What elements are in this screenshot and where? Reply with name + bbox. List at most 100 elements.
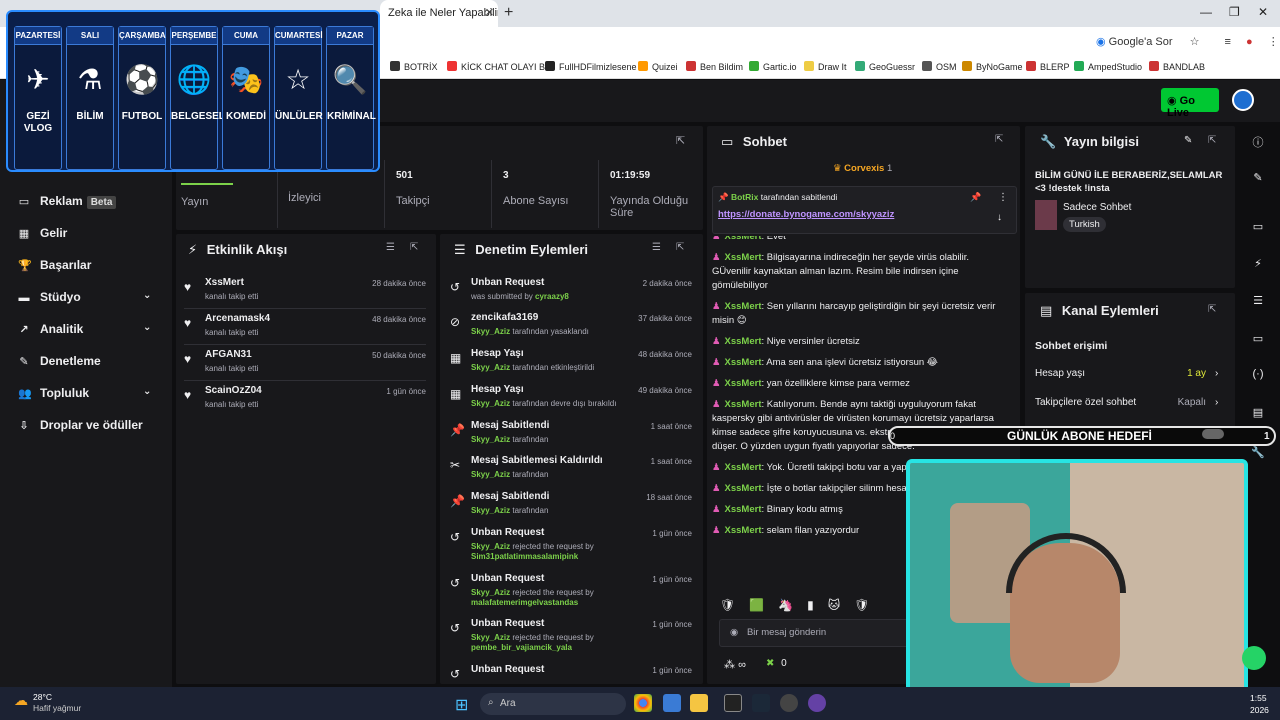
channel-row-value[interactable]: 1 ay	[1170, 368, 1206, 379]
sidebar-item[interactable]: ▬ Stüdyo ⌄	[18, 290, 152, 304]
channel-points[interactable]: ⁂ ∞	[724, 658, 746, 671]
viewer-count[interactable]: ✖ 0	[766, 658, 787, 669]
go-live-button[interactable]: ◉ Go Live	[1161, 88, 1219, 119]
chat-username[interactable]: XssMert	[725, 399, 762, 410]
bookmark-item[interactable]: BLERP	[1026, 61, 1070, 72]
chat-message[interactable]: ♟ XssMert: Ama sen ana işlevi ücretsiz is…	[712, 356, 1012, 370]
bookmark-item[interactable]: FullHDFilmizlesene	[545, 61, 637, 72]
bookmark-item[interactable]: ByNoGame	[962, 61, 1023, 72]
tab-close-icon[interactable]: ✕	[485, 6, 494, 19]
chat-message[interactable]: ♟ XssMert: Niye versinler ücretsiz	[712, 335, 1012, 349]
arrow-down-icon[interactable]: ↓	[997, 212, 1002, 223]
weather-desc[interactable]: Hafif yağmur	[33, 703, 81, 713]
mod-user[interactable]: pembe_bir_vajiamcik_yala	[471, 643, 572, 652]
chat-username[interactable]: XssMert	[725, 236, 762, 242]
chevron-down-icon[interactable]: ⌄	[143, 290, 151, 301]
mod-user[interactable]: Skyy_Aziz	[471, 435, 510, 444]
printer-icon[interactable]: ▤	[1248, 406, 1268, 426]
close-window-icon[interactable]: ✕	[1258, 5, 1268, 19]
taskbar-search[interactable]: ⌕ Ara	[480, 693, 626, 715]
bookmark-item[interactable]: Gartic.io	[749, 61, 797, 72]
top-chatter[interactable]: ♛ Corvexis 1	[833, 163, 892, 174]
obs-icon[interactable]	[780, 694, 798, 712]
mod-user[interactable]: Skyy_Aziz	[471, 633, 510, 642]
chat-icon[interactable]: ▭	[1248, 332, 1268, 352]
chevron-right-icon[interactable]: ›	[1215, 368, 1218, 379]
pencil-icon[interactable]: ✎	[1248, 171, 1268, 191]
reading-list-icon[interactable]: ≡	[1225, 36, 1231, 48]
avatar[interactable]	[1232, 89, 1254, 111]
category-name[interactable]: Sadece Sohbet	[1063, 202, 1131, 213]
popout-icon[interactable]: ⇱	[1208, 304, 1216, 315]
mod-user[interactable]: Skyy_Aziz	[471, 470, 510, 479]
start-icon[interactable]: ⊞	[455, 695, 468, 715]
bookmark-item[interactable]: AmpedStudio	[1074, 61, 1142, 72]
chevron-down-icon[interactable]: ⌄	[143, 322, 151, 333]
mod-user[interactable]: Skyy_Aziz	[471, 399, 510, 408]
chat-username[interactable]: XssMert	[725, 378, 762, 389]
list-icon[interactable]: ☰	[1248, 294, 1268, 314]
chat-message[interactable]: ♟ XssMert: yan özelliklere kimse para ver…	[712, 377, 1012, 391]
mod-user[interactable]: malafatemerimgelvastandas	[471, 598, 578, 607]
bookmark-item[interactable]: BANDLAB	[1149, 61, 1205, 72]
sidebar-item[interactable]: ↗ Analitik ⌄	[18, 322, 151, 336]
mod-user[interactable]: Skyy_Aziz	[471, 588, 510, 597]
chat-message[interactable]: ♟ XssMert: Evet	[712, 236, 1012, 244]
chat-message[interactable]: ♟ XssMert: Sen yıllarını harcayıp gelişti…	[712, 300, 1012, 328]
bolt-icon[interactable]: ⚡	[1248, 257, 1268, 277]
bookmark-item[interactable]: Draw It	[804, 61, 847, 72]
bookmark-item[interactable]: GeoGuessr	[855, 61, 915, 72]
star-icon[interactable]: ☆	[1190, 36, 1200, 48]
sidebar-item[interactable]: 👥 Topluluk ⌄	[18, 386, 151, 400]
sidebar-item[interactable]: 🏆 Başarılar	[18, 258, 91, 272]
minimize-icon[interactable]: —	[1200, 5, 1212, 19]
popout-icon[interactable]: ⇱	[1208, 135, 1216, 146]
restore-icon[interactable]: ❐	[1229, 5, 1240, 19]
wrench-icon[interactable]: 🔧	[1248, 446, 1268, 466]
filter-icon[interactable]: ☰	[386, 242, 395, 253]
mod-user[interactable]: Skyy_Aziz	[471, 363, 510, 372]
chat-username[interactable]: XssMert	[725, 483, 762, 494]
chat-username[interactable]: XssMert	[725, 301, 762, 312]
popout-icon[interactable]: ⇱	[995, 134, 1003, 145]
chat-username[interactable]: XssMert	[725, 462, 762, 473]
app-icon[interactable]	[808, 694, 826, 712]
info-icon[interactable]: ⓘ	[1248, 134, 1268, 154]
menu-icon[interactable]: ⋮	[1268, 36, 1279, 48]
edit-icon[interactable]: ✎	[1184, 135, 1192, 146]
chat-username[interactable]: XssMert	[725, 252, 762, 263]
unpin-icon[interactable]: 📌	[970, 192, 981, 203]
chat-username[interactable]: XssMert	[725, 525, 762, 536]
folder-icon[interactable]	[690, 694, 708, 712]
popout-icon[interactable]: ⇱	[676, 134, 685, 147]
tag-pill[interactable]: Turkish	[1063, 217, 1106, 232]
steam-icon[interactable]	[752, 694, 770, 712]
bookmark-item[interactable]: OSM	[922, 61, 957, 72]
profile-icon[interactable]: ●	[1246, 36, 1253, 48]
broadcast-icon[interactable]: (·)	[1248, 368, 1268, 388]
mod-user[interactable]: Skyy_Aziz	[471, 542, 510, 551]
chat-username[interactable]: XssMert	[725, 357, 762, 368]
pinned-link[interactable]: https://donate.bynogame.com/skyyaziz	[718, 209, 894, 220]
date[interactable]: 2026	[1250, 705, 1269, 715]
browser-tab[interactable]: Zeka ile Neler Yapabilirsi ✕	[380, 0, 498, 27]
emote-icon[interactable]: ◉	[730, 627, 738, 638]
mod-user[interactable]: cyraazy8	[535, 292, 569, 301]
new-tab-button[interactable]: +	[504, 4, 513, 22]
chat-username[interactable]: XssMert	[725, 504, 762, 515]
bookmark-item[interactable]: Quizei	[638, 61, 678, 72]
chrome-icon[interactable]	[634, 694, 652, 712]
clock[interactable]: 1:55	[1250, 693, 1267, 703]
sidebar-item[interactable]: ▦ Gelir	[18, 226, 68, 240]
filter-icon[interactable]: ☰	[652, 242, 661, 253]
mod-user[interactable]: Skyy_Aziz	[471, 327, 510, 336]
bookmark-item[interactable]: BOTRİX	[390, 61, 438, 72]
chat-username[interactable]: XssMert	[725, 336, 762, 347]
sidebar-item[interactable]: ✎ Denetleme	[18, 354, 100, 368]
bookmark-item[interactable]: Ben Bildim	[686, 61, 743, 72]
more-icon[interactable]: ⋮	[998, 192, 1008, 203]
channel-row-value[interactable]: Kapalı	[1170, 397, 1206, 408]
chat-message[interactable]: ♟ XssMert: Bilgisayarına indireceğin her …	[712, 251, 1012, 293]
popout-icon[interactable]: ⇱	[410, 242, 418, 253]
epic-icon[interactable]	[724, 694, 742, 712]
